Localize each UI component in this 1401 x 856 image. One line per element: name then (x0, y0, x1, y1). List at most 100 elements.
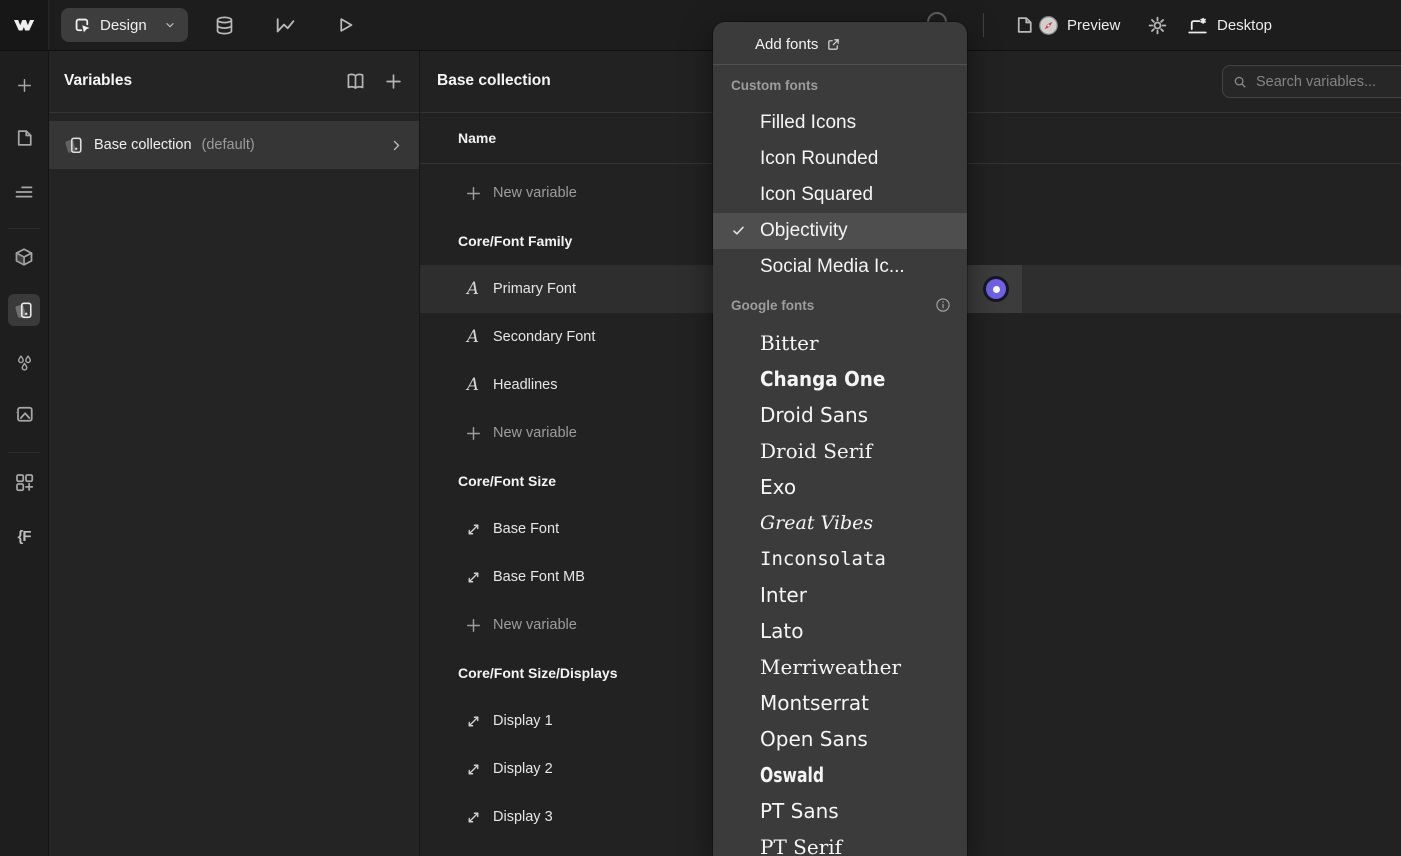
row-label: Primary Font (493, 281, 576, 297)
play-icon[interactable] (333, 13, 357, 37)
settings-gear-icon[interactable] (1145, 13, 1169, 37)
row-label: New variable (493, 185, 577, 201)
font-option-icon-rounded[interactable]: Icon Rounded (713, 141, 967, 177)
desktop-label: Desktop (1217, 17, 1272, 34)
font-option-label: Droid Serif (760, 439, 872, 463)
font-option-exo[interactable]: Exo (713, 469, 967, 505)
cms-database-icon[interactable] (212, 13, 236, 37)
preview-button[interactable]: Preview (1038, 12, 1120, 38)
collection-row-base-collection[interactable]: Base collection (default) (48, 121, 419, 169)
search-variables-box (1222, 65, 1401, 98)
rail-components-icon[interactable] (8, 241, 40, 273)
font-option-droid-serif[interactable]: Droid Serif (713, 433, 967, 469)
webflow-logo[interactable] (0, 0, 49, 50)
variables-panel: Variables Base collection (default) (48, 50, 420, 856)
size-variable-icon (464, 808, 482, 826)
preview-label: Preview (1067, 17, 1120, 34)
row-label: Display 2 (493, 761, 553, 777)
font-option-label: Exo (760, 475, 796, 499)
external-link-icon (826, 37, 841, 52)
rail-pages-icon[interactable] (8, 122, 40, 154)
collection-default-suffix: (default) (202, 137, 255, 153)
topbar-divider (983, 13, 984, 37)
font-option-lato[interactable]: Lato (713, 613, 967, 649)
font-option-pt-sans[interactable]: PT Sans (713, 793, 967, 829)
rail-separator (8, 452, 40, 453)
rail-navigator-icon[interactable] (8, 176, 40, 208)
plus-icon (464, 424, 482, 442)
font-variable-icon: A (464, 328, 482, 346)
font-option-label: Icon Rounded (760, 148, 878, 170)
compass-preview-icon (1038, 15, 1059, 36)
font-option-inter[interactable]: Inter (713, 577, 967, 613)
plus-icon (464, 616, 482, 634)
plus-icon (464, 184, 482, 202)
rail-apps-icon[interactable] (8, 466, 40, 498)
search-variables-input[interactable] (1254, 73, 1401, 91)
select-cursor-icon (73, 16, 92, 35)
page-icon[interactable] (1012, 13, 1036, 37)
variables-panel-header: Variables (48, 50, 419, 113)
row-label: New variable (493, 425, 577, 441)
font-option-great-vibes[interactable]: Great Vibes (713, 505, 967, 541)
docs-book-icon[interactable] (343, 69, 367, 93)
font-option-label: Filled Icons (760, 112, 856, 134)
rail-assets-icon[interactable] (8, 398, 40, 430)
font-option-label: Icon Squared (760, 184, 873, 206)
font-option-label: Great Vibes (760, 512, 873, 534)
add-collection-icon[interactable] (381, 69, 405, 93)
font-option-social-media-ic[interactable]: Social Media Ic... (713, 249, 967, 285)
font-option-inconsolata[interactable]: Inconsolata (713, 541, 967, 577)
topbar: Design (0, 0, 1401, 51)
font-option-label: Montserrat (760, 691, 869, 715)
font-option-icon-squared[interactable]: Icon Squared (713, 177, 967, 213)
column-header-name: Name (458, 130, 496, 146)
left-toolbar: {F (0, 50, 49, 856)
collection-title: Base collection (437, 72, 551, 90)
row-label: New variable (493, 617, 577, 633)
rail-styles-icon[interactable] (8, 347, 40, 379)
font-option-label: PT Serif (760, 835, 842, 856)
font-variable-icon: A (464, 280, 482, 298)
panel-title: Variables (64, 72, 132, 90)
font-sections: Custom fonts Filled Icons Icon Rounded Icon… (713, 65, 967, 856)
row-label: Base Font (493, 521, 559, 537)
size-variable-icon (464, 568, 482, 586)
font-option-montserrat[interactable]: Montserrat (713, 685, 967, 721)
font-option-label: Inter (760, 583, 807, 607)
font-option-changa-one[interactable]: Changa One (713, 361, 967, 397)
font-option-oswald[interactable]: Oswald (713, 757, 967, 793)
rail-variables-icon[interactable] (8, 294, 40, 326)
checkmark-icon (731, 223, 746, 238)
font-dropdown-menu: Add fonts Custom fonts Filled Icons Icon R… (713, 22, 967, 856)
analytics-chart-icon[interactable] (272, 13, 296, 37)
font-option-label: Open Sans (760, 727, 868, 751)
font-option-filled-icons[interactable]: Filled Icons (713, 105, 967, 141)
rail-custom-code-icon[interactable]: {F (8, 520, 40, 552)
section-label-text: Google fonts (731, 298, 814, 313)
size-variable-icon (464, 712, 482, 730)
font-option-droid-sans[interactable]: Droid Sans (713, 397, 967, 433)
design-mode-button[interactable]: Design (61, 8, 188, 42)
font-option-label: Inconsolata (760, 548, 886, 570)
font-option-bitter[interactable]: Bitter (713, 325, 967, 361)
font-option-label: Oswald (760, 763, 824, 787)
rail-add-element-icon[interactable] (8, 69, 40, 101)
mode-radio-selected[interactable] (986, 279, 1006, 299)
row-label: Headlines (493, 377, 558, 393)
design-label: Design (100, 17, 147, 34)
collection-name: Base collection (94, 137, 192, 153)
add-fonts-button[interactable]: Add fonts (713, 24, 967, 64)
font-option-label: PT Sans (760, 799, 839, 823)
section-label-text: Custom fonts (731, 78, 818, 93)
font-section-label: Custom fonts (713, 65, 967, 105)
breakpoint-desktop-button[interactable]: Desktop (1186, 12, 1272, 38)
info-icon[interactable] (935, 297, 951, 313)
size-variable-icon (464, 760, 482, 778)
row-label: Core/Font Size/Displays (458, 665, 617, 681)
font-option-merriweather[interactable]: Merriweather (713, 649, 967, 685)
font-option-pt-serif[interactable]: PT Serif (713, 829, 967, 856)
font-option-open-sans[interactable]: Open Sans (713, 721, 967, 757)
rail-separator (8, 228, 40, 229)
font-option-objectivity[interactable]: Objectivity (713, 213, 967, 249)
